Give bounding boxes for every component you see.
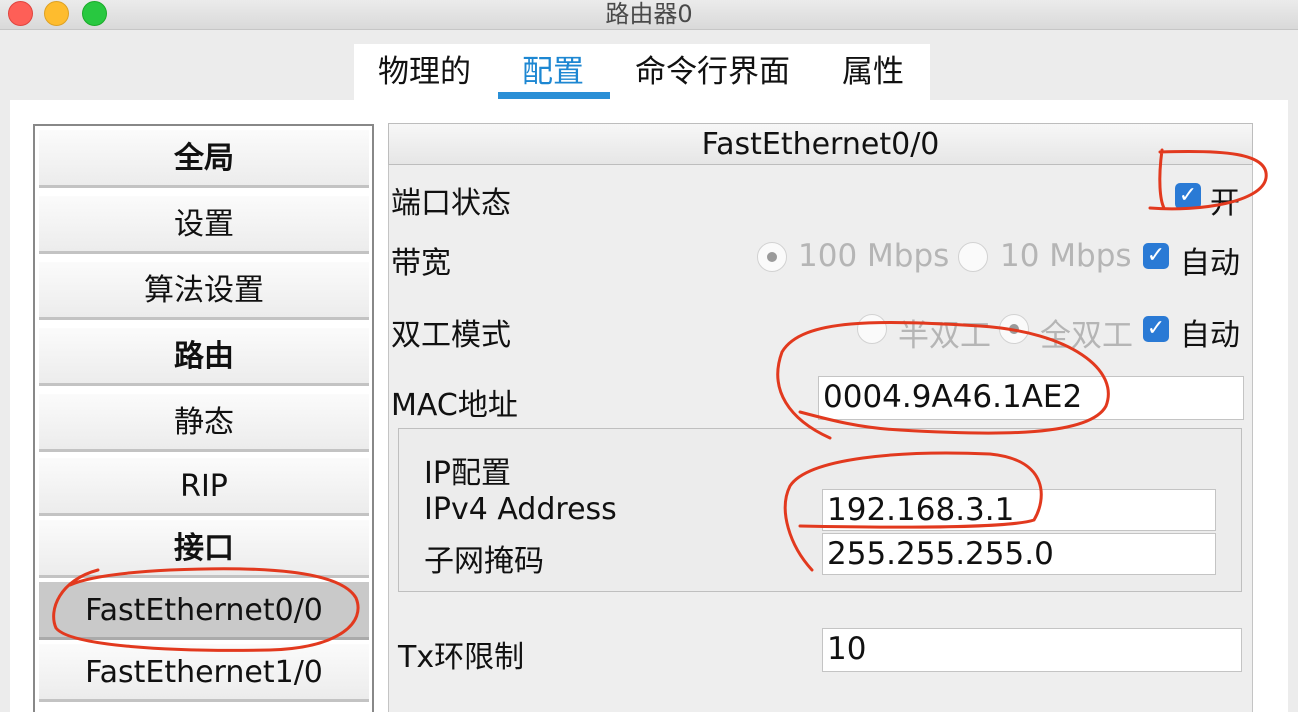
- bandwidth-10-radio[interactable]: [958, 242, 988, 272]
- duplex-auto-checkbox[interactable]: ✓: [1143, 316, 1169, 342]
- mac-address-label: MAC地址: [391, 388, 518, 423]
- duplex-full-label: 全双工: [1040, 318, 1133, 354]
- duplex-full-radio[interactable]: [999, 314, 1029, 344]
- bandwidth-label: 带宽: [391, 246, 451, 281]
- bandwidth-100-radio[interactable]: [757, 242, 787, 272]
- nav-item-static[interactable]: 静态: [39, 394, 369, 452]
- nav-item-routing[interactable]: 路由: [39, 328, 369, 386]
- nav-item-rip[interactable]: RIP: [39, 458, 369, 516]
- tab-cli[interactable]: 命令行界面: [635, 52, 790, 92]
- ipv4-address-label: IPv4 Address: [424, 492, 617, 527]
- duplex-auto-label: 自动: [1180, 318, 1240, 353]
- nav-item-algorithm-settings[interactable]: 算法设置: [39, 262, 369, 320]
- window-titlebar: 路由器0: [0, 0, 1298, 30]
- nav-item-interface[interactable]: 接口: [39, 520, 369, 578]
- mac-address-field[interactable]: 0004.9A46.1AE2: [818, 376, 1244, 420]
- duplex-label: 双工模式: [391, 318, 511, 353]
- tab-strip: 物理的 配置 命令行界面 属性: [354, 44, 930, 100]
- subnet-mask-field[interactable]: 255.255.255.0: [822, 533, 1216, 575]
- port-status-checkbox[interactable]: ✓: [1175, 183, 1201, 209]
- bandwidth-auto-checkbox[interactable]: ✓: [1143, 243, 1169, 269]
- config-nav-list: 全局 设置 算法设置 路由 静态 RIP 接口 FastEthernet0/0 …: [33, 124, 374, 712]
- subnet-mask-label: 子网掩码: [424, 544, 544, 579]
- nav-item-settings[interactable]: 设置: [39, 196, 369, 254]
- bandwidth-10-label: 10 Mbps: [1000, 238, 1132, 274]
- tx-ring-limit-field[interactable]: 10: [822, 628, 1242, 672]
- tab-physical[interactable]: 物理的: [378, 52, 471, 92]
- port-status-on-label: 开: [1210, 186, 1240, 221]
- duplex-half-radio[interactable]: [857, 314, 887, 344]
- nav-item-fastethernet0-0[interactable]: FastEthernet0/0: [39, 582, 369, 640]
- duplex-half-label: 半双工: [898, 318, 991, 354]
- interface-header: FastEthernet0/0: [388, 123, 1253, 165]
- tab-config[interactable]: 配置: [522, 52, 584, 92]
- active-tab-indicator: [498, 92, 610, 99]
- tx-ring-limit-label: Tx环限制: [398, 640, 525, 675]
- nav-item-global[interactable]: 全局: [39, 130, 369, 188]
- ip-config-title: IP配置: [424, 456, 511, 491]
- tab-attributes[interactable]: 属性: [842, 52, 904, 92]
- bandwidth-auto-label: 自动: [1180, 246, 1240, 281]
- window-title: 路由器0: [605, 0, 693, 28]
- port-status-label: 端口状态: [391, 186, 511, 221]
- nav-item-fastethernet1-0[interactable]: FastEthernet1/0: [39, 644, 369, 702]
- bandwidth-100-label: 100 Mbps: [798, 238, 950, 274]
- ipv4-address-field[interactable]: 192.168.3.1: [822, 489, 1216, 531]
